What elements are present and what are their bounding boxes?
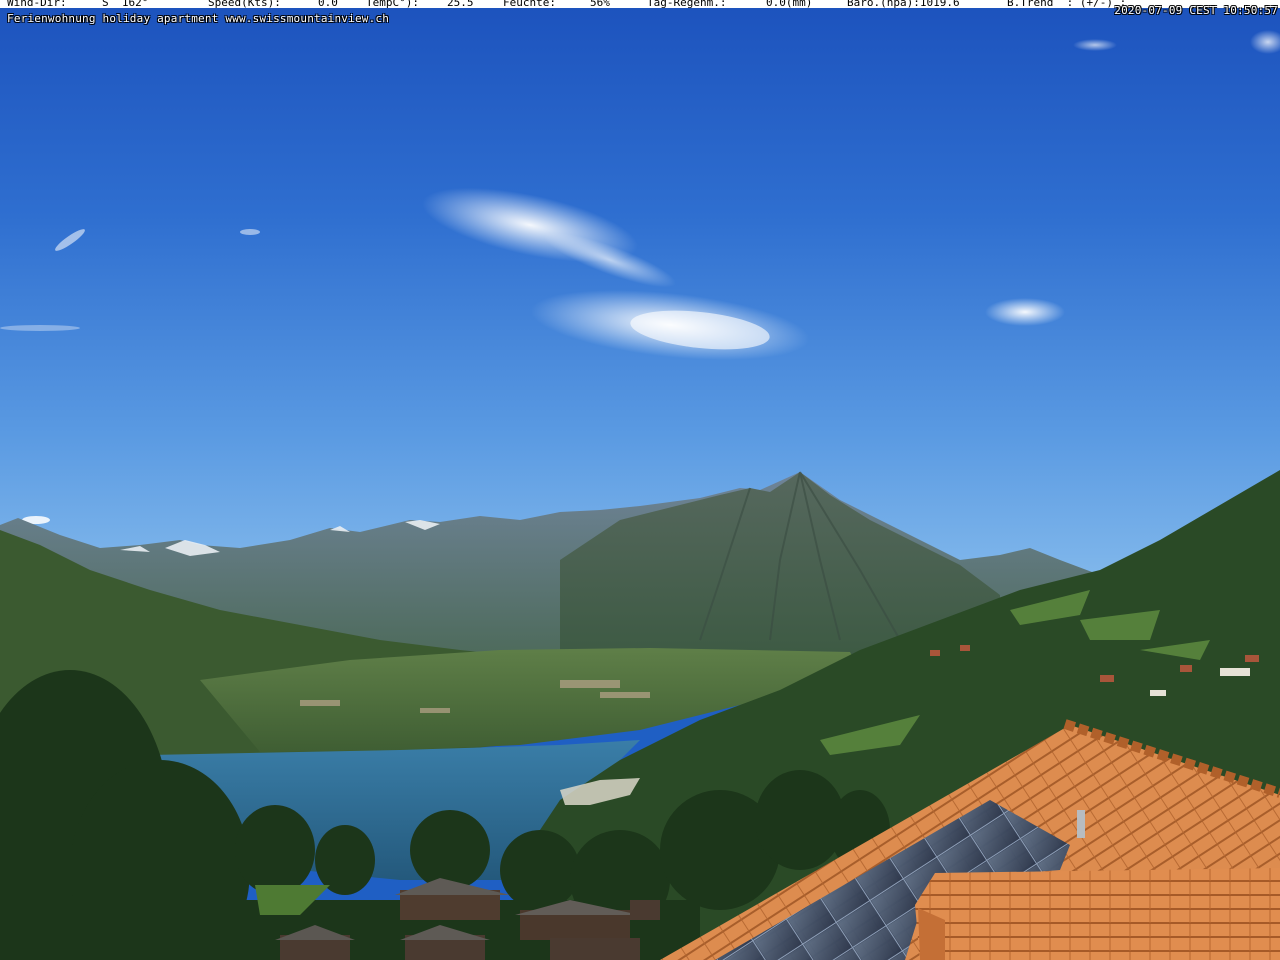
speed-value: 0.0 bbox=[318, 0, 338, 9]
wind-dir-label: Wind-Dir: bbox=[7, 0, 67, 9]
temp-label: TempC°): bbox=[366, 0, 419, 9]
trend-label: B.Trend : (+/-) : bbox=[1007, 0, 1127, 9]
baro-label: Baro.(hpa):1019.6 bbox=[847, 0, 960, 9]
front-roof bbox=[915, 868, 1280, 960]
timestamp: 2020-07-09 CEST 10:50:57 bbox=[1114, 4, 1278, 17]
weather-bar: Wind-Dir: S 162° Speed(Kts): 0.0 TempC°)… bbox=[0, 0, 1280, 9]
caption: Ferienwohnung holiday apartment www.swis… bbox=[7, 12, 390, 25]
webcam-image: Wind-Dir: S 162° Speed(Kts): 0.0 TempC°)… bbox=[0, 0, 1280, 960]
rain-label: Tag-Regenm.: bbox=[647, 0, 727, 9]
speed-label: Speed(Kts): bbox=[208, 0, 281, 9]
landscape-svg bbox=[0, 0, 1280, 960]
temp-value: 25.5 bbox=[447, 0, 474, 9]
humidity-value: 56% bbox=[590, 0, 610, 9]
humidity-label: Feuchte: bbox=[503, 0, 556, 9]
chimney-pipe bbox=[1077, 810, 1085, 838]
wind-dir-value: S 162° bbox=[102, 0, 149, 9]
rain-value: 0.0(mm) bbox=[766, 0, 813, 9]
